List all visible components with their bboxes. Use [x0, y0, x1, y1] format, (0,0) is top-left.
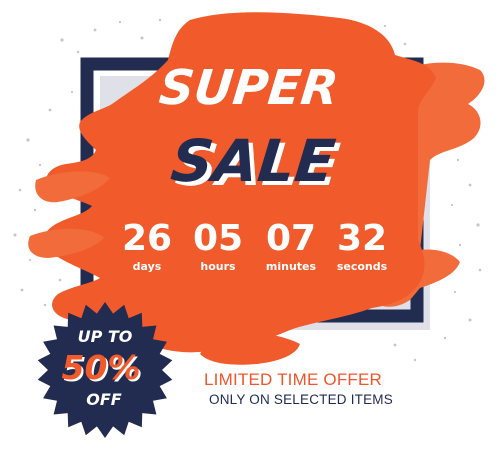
countdown-seconds-unit: seconds: [337, 260, 388, 273]
badge-up-to: UP TO: [78, 327, 133, 346]
countdown-hours-value: 05: [193, 218, 243, 259]
countdown-minutes-unit: minutes: [266, 260, 317, 273]
countdown-minutes-value: 07: [266, 218, 316, 259]
countdown-hours-unit: hours: [200, 260, 236, 273]
headline-sale: SALE: [168, 127, 338, 195]
badge-off: OFF: [86, 390, 122, 409]
limited-time-offer-text: LIMITED TIME OFFER: [204, 370, 383, 389]
countdown-seconds-value: 32: [337, 218, 387, 259]
countdown-days-unit: days: [133, 260, 162, 273]
countdown-days-value: 26: [122, 218, 172, 259]
headline-super: SUPER: [157, 60, 341, 116]
badge-percent: 50%: [62, 348, 141, 387]
selected-items-text: ONLY ON SELECTED ITEMS: [209, 392, 393, 407]
